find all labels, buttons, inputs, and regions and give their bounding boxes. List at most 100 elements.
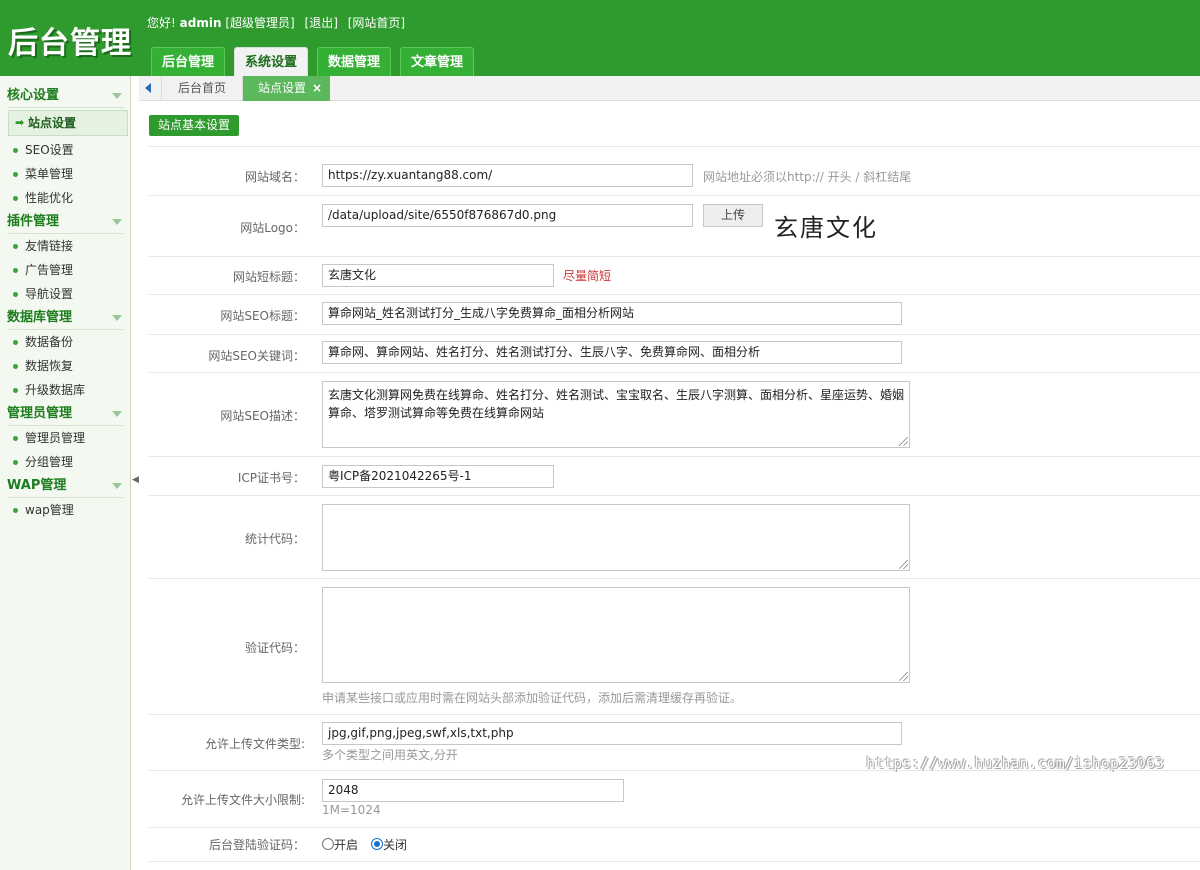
sidebar-item-backup[interactable]: 数据备份	[0, 330, 130, 354]
field-label: 允许上传文件类型:	[204, 737, 305, 751]
sidebar-item-links[interactable]: 友情链接	[0, 234, 130, 258]
admin-logo: 后台管理	[8, 26, 132, 61]
sidebar-group-plugins[interactable]: 插件管理	[7, 210, 124, 234]
tab-home[interactable]: 后台首页	[161, 76, 244, 101]
row-short-title: 网站短标题： 玄唐文化 尽量简短	[149, 256, 1200, 294]
resize-grip-icon[interactable]	[899, 437, 908, 446]
sidebar-item-wap[interactable]: wap管理	[0, 498, 130, 522]
content-tabbar: 后台首页 站点设置 ×	[139, 76, 1200, 101]
icp-input[interactable]: 粤ICP备2021042265号-1	[322, 465, 554, 488]
sidebar-item-ads[interactable]: 广告管理	[0, 258, 130, 282]
logout-link[interactable]: [退出]	[305, 16, 338, 30]
stats-code-textarea[interactable]	[322, 504, 910, 571]
row-seo-keywords: 网站SEO关键词： 算命网、算命网站、姓名打分、姓名测试打分、生辰八字、免费算命…	[149, 334, 1200, 372]
collapse-arrow-icon	[112, 483, 122, 489]
sidebar-group-admins[interactable]: 管理员管理	[7, 402, 124, 426]
sidebar-item-label: 导航设置	[25, 287, 74, 301]
sidebar-item-navigation[interactable]: 导航设置	[0, 282, 130, 306]
bullet-icon	[13, 244, 18, 249]
row-domain: 网站域名： https://zy.xuantang88.com/ 网站地址必须以…	[149, 146, 1200, 195]
field-label: 网站SEO标题：	[220, 309, 305, 323]
sidebar-item-menu[interactable]: 菜单管理	[0, 162, 130, 186]
upload-size-input[interactable]: 2048	[322, 779, 624, 802]
bullet-icon	[13, 148, 18, 153]
close-icon[interactable]: ×	[312, 76, 322, 101]
nav-tab-admin[interactable]: 后台管理	[151, 47, 226, 76]
group-title: 插件管理	[7, 214, 60, 229]
field-label: 网站短标题：	[232, 270, 305, 284]
group-title: 数据库管理	[7, 310, 73, 325]
captcha-on-radio[interactable]	[322, 838, 334, 850]
sidebar-item-seo[interactable]: SEO设置	[0, 138, 130, 162]
row-login-captcha: 后台登陆验证码： 开启 关闭	[149, 827, 1200, 861]
seo-desc-textarea[interactable]: 玄唐文化测算网免费在线算命、姓名打分、姓名测试、宝宝取名、生辰八字测算、面相分析…	[322, 381, 910, 448]
sidebar-item-groups[interactable]: 分组管理	[0, 450, 130, 474]
sidebar-item-admin-manage[interactable]: 管理员管理	[0, 426, 130, 450]
row-icp: ICP证书号： 粤ICP备2021042265号-1	[149, 456, 1200, 495]
short-title-hint: 尽量简短	[563, 269, 612, 283]
upload-types-hint: 多个类型之间用英文,分开	[322, 748, 458, 762]
sidebar-collapse-icon[interactable]: ◀	[132, 468, 139, 492]
nav-tab-system-settings[interactable]: 系统设置	[234, 47, 309, 76]
group-title: 核心设置	[7, 88, 60, 103]
tab-site-settings[interactable]: 站点设置 ×	[243, 76, 330, 101]
greeting-text: 您好!	[147, 16, 176, 30]
sidebar-group-core[interactable]: 核心设置	[7, 84, 124, 108]
sidebar-item-restore[interactable]: 数据恢复	[0, 354, 130, 378]
sidebar-group-database[interactable]: 数据库管理	[7, 306, 124, 330]
field-label: 网站域名：	[244, 170, 305, 184]
sidebar-item-label: 分组管理	[25, 455, 74, 469]
field-label: 网站SEO关键词：	[208, 349, 305, 363]
domain-input[interactable]: https://zy.xuantang88.com/	[322, 164, 693, 187]
sidebar-item-label: 数据恢复	[25, 359, 74, 373]
collapse-arrow-icon	[112, 315, 122, 321]
upload-types-input[interactable]: jpg,gif,png,jpeg,swf,xls,txt,php	[322, 722, 902, 745]
tab-label: 站点设置	[258, 81, 307, 95]
site-home-link[interactable]: [网站首页]	[348, 16, 405, 30]
field-label: 网站Logo：	[240, 221, 305, 235]
field-label: 验证代码：	[244, 641, 305, 655]
bullet-icon	[13, 292, 18, 297]
bullet-icon	[13, 172, 18, 177]
logo-path-input[interactable]: /data/upload/site/6550f876867d0.png	[322, 204, 693, 227]
resize-grip-icon[interactable]	[899, 672, 908, 681]
bullet-icon	[13, 388, 18, 393]
username: admin	[179, 16, 222, 30]
logo-preview-image: 玄唐文化	[774, 214, 878, 242]
sidebar-item-label: 广告管理	[25, 263, 74, 277]
sidebar-item-upgrade-db[interactable]: 升级数据库	[0, 378, 130, 402]
seo-keywords-input[interactable]: 算命网、算命网站、姓名打分、姓名测试打分、生辰八字、免费算命网、面相分析	[322, 341, 902, 364]
sidebar-item-label: wap管理	[25, 503, 74, 517]
seo-title-input[interactable]: 算命网站_姓名测试打分_生成八字免费算命_面相分析网站	[322, 302, 902, 325]
upload-button[interactable]: 上传	[703, 204, 764, 227]
bullet-icon	[13, 436, 18, 441]
field-label: 允许上传文件大小限制:	[180, 793, 305, 807]
sidebar-item-site-settings[interactable]: ➡ 站点设置	[8, 110, 128, 136]
row-next	[149, 861, 1200, 870]
sidebar-item-performance[interactable]: 性能优化	[0, 186, 130, 210]
sidebar-item-label: SEO设置	[25, 143, 74, 157]
sidebar-item-label: 升级数据库	[25, 383, 86, 397]
verify-code-textarea[interactable]	[322, 587, 910, 683]
field-label: 统计代码：	[244, 532, 305, 546]
short-title-input[interactable]: 玄唐文化	[322, 264, 554, 287]
arrow-right-icon: ➡	[15, 116, 25, 129]
main-nav: 后台管理 系统设置 数据管理 文章管理	[151, 47, 483, 76]
resize-grip-icon[interactable]	[899, 560, 908, 569]
radio-label: 关闭	[383, 838, 408, 852]
bullet-icon	[13, 268, 18, 273]
row-logo: 网站Logo： /data/upload/site/6550f876867d0.…	[149, 195, 1200, 256]
captcha-off-radio[interactable]	[371, 838, 383, 850]
sidebar-item-label: 数据备份	[25, 335, 74, 349]
section-basic-settings-button[interactable]: 站点基本设置	[149, 115, 240, 136]
sidebar-item-label: 友情链接	[25, 239, 74, 253]
tab-scroll-left-icon[interactable]	[145, 83, 151, 93]
nav-tab-articles[interactable]: 文章管理	[400, 47, 475, 76]
sidebar-group-wap[interactable]: WAP管理	[7, 474, 124, 498]
field-label: 网站SEO描述：	[220, 409, 305, 423]
group-title: 管理员管理	[7, 406, 73, 421]
nav-tab-data[interactable]: 数据管理	[317, 47, 392, 76]
sidebar-item-label: 管理员管理	[25, 431, 86, 445]
group-title: WAP管理	[7, 478, 67, 493]
sidebar-item-label: 菜单管理	[25, 167, 74, 181]
